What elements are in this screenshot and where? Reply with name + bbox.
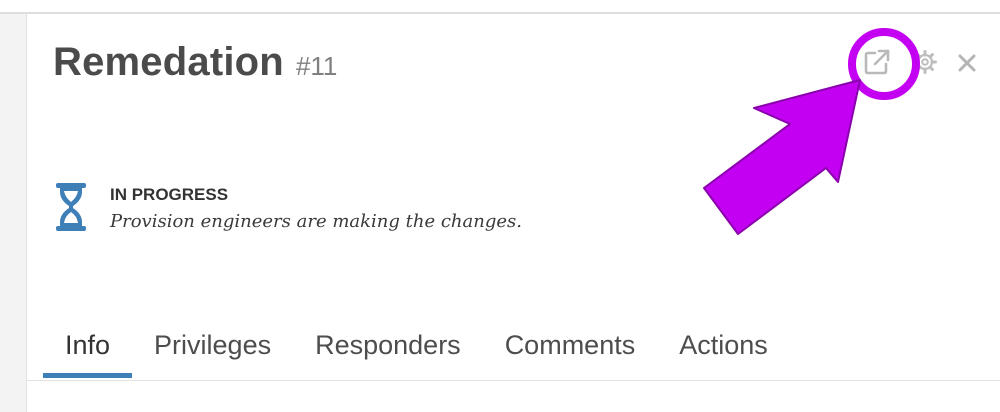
open-external-button[interactable]	[857, 42, 897, 82]
top-border	[0, 0, 1000, 14]
header: Remedation #11	[53, 40, 337, 85]
tab-comments[interactable]: Comments	[483, 322, 658, 378]
left-gutter	[0, 14, 27, 412]
item-number: #11	[295, 51, 338, 81]
settings-button[interactable]	[911, 48, 939, 76]
pointer-arrow-annotation	[703, 79, 861, 235]
close-icon	[958, 54, 976, 72]
close-button[interactable]	[954, 50, 980, 76]
tab-divider	[27, 380, 1000, 381]
status-block: IN PROGRESS Provision engineers are maki…	[54, 182, 522, 234]
hourglass-icon	[56, 183, 86, 231]
tab-actions[interactable]: Actions	[657, 322, 790, 378]
tab-info[interactable]: Info	[43, 322, 133, 378]
gear-icon	[913, 50, 937, 74]
external-link-icon	[864, 49, 890, 75]
tab-privileges[interactable]: Privileges	[132, 322, 293, 378]
tab-responders[interactable]: Responders	[293, 322, 483, 378]
status-description: Provision engineers are making the chang…	[110, 211, 522, 232]
page-title: Remedation	[53, 40, 284, 84]
tab-bar: Info Privileges Responders Comments Acti…	[43, 322, 790, 378]
status-label: IN PROGRESS	[110, 185, 229, 204]
